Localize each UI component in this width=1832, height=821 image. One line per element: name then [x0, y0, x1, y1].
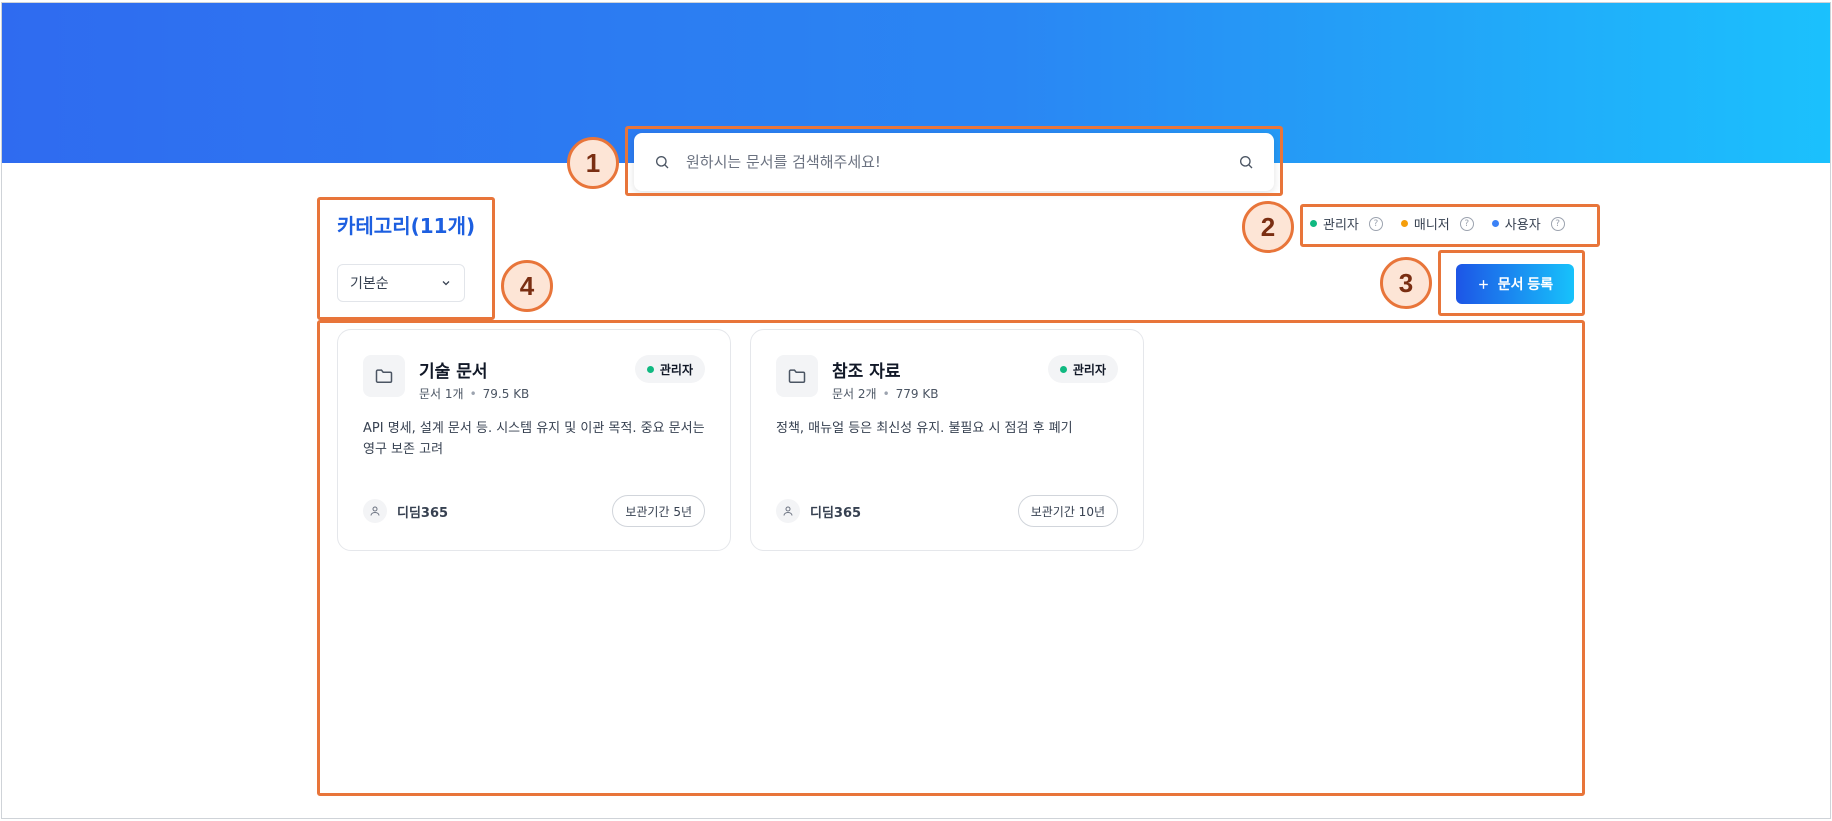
annotation-box-legend: [1300, 204, 1600, 247]
annotation-box-category: [317, 197, 495, 320]
annotation-badge: 1: [567, 137, 619, 189]
annotation-box-register: [1438, 250, 1585, 316]
annotation-box-cards: [317, 320, 1585, 796]
annotation-box-search: [625, 126, 1283, 196]
annotation-badge: 3: [1380, 257, 1432, 309]
app-window: 카테고리(11개) 기본순 관리자 ? 매니저 ? 사용자 ? 문서 등록: [1, 2, 1831, 819]
annotation-badge: 4: [501, 260, 553, 312]
annotation-badge: 2: [1242, 201, 1294, 253]
